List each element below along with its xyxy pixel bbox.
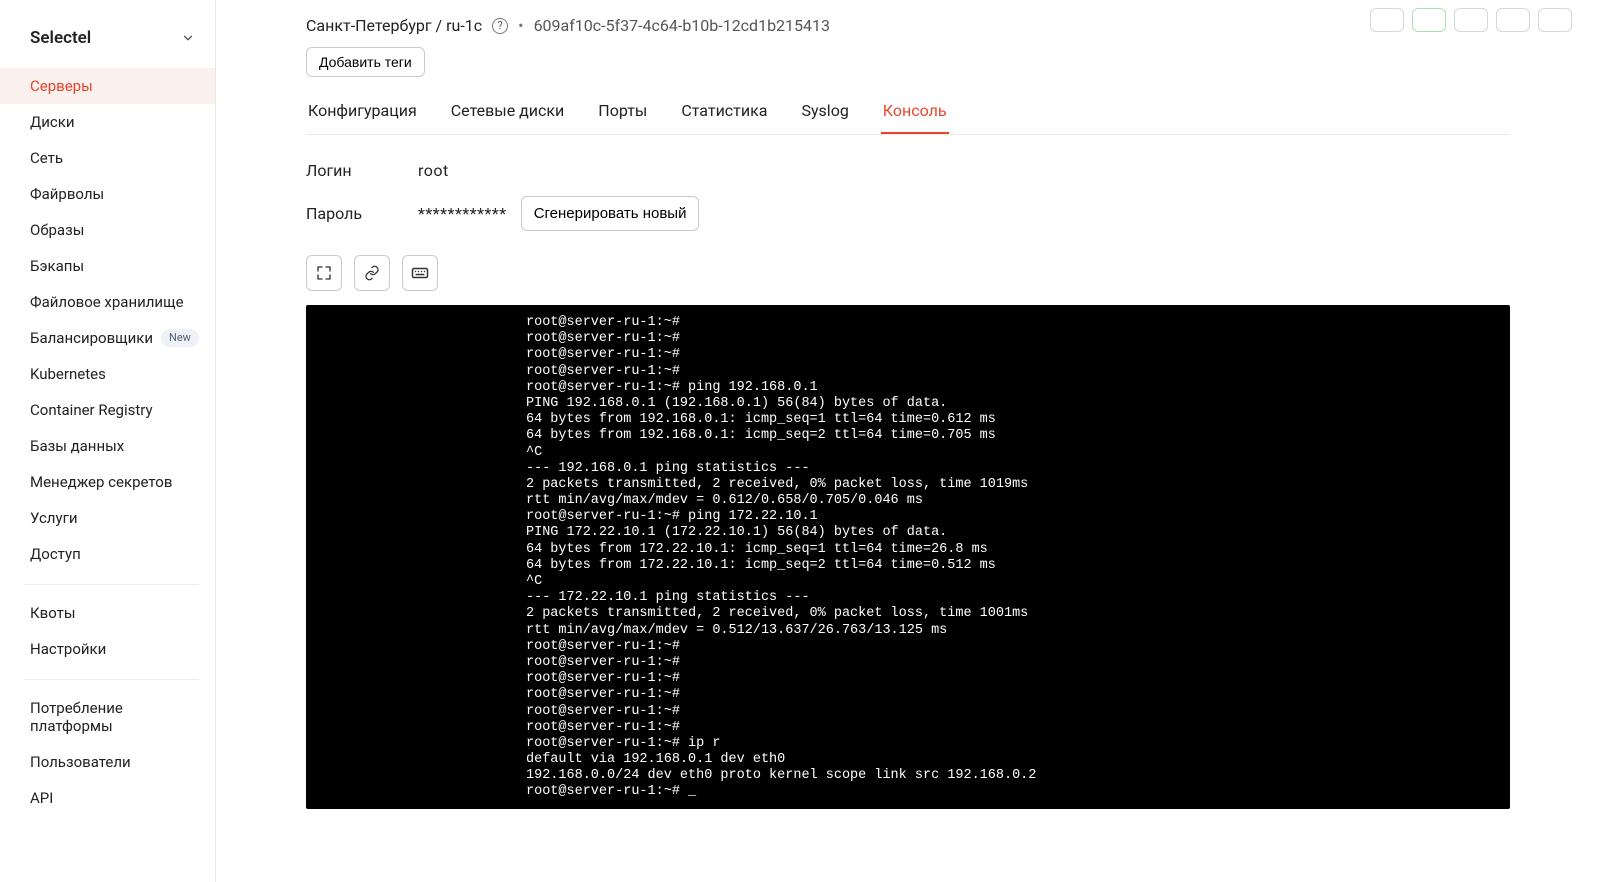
sidebar-item-label: Диски: [30, 113, 75, 131]
sidebar-item-label: Доступ: [30, 545, 81, 563]
tab-console[interactable]: Консоль: [881, 91, 949, 134]
header-action-3[interactable]: [1454, 8, 1488, 32]
sidebar-item-settings[interactable]: Настройки: [0, 631, 215, 667]
sidebar-item-label: Kubernetes: [30, 365, 106, 383]
fullscreen-button[interactable]: [306, 255, 342, 291]
sidebar-item-databases[interactable]: Базы данных: [0, 428, 215, 464]
sidebar-item-label: Файрволы: [30, 185, 104, 203]
sidebar-item-firewalls[interactable]: Файрволы: [0, 176, 215, 212]
brand-name: Selectel: [30, 28, 91, 48]
console-toolbar: [306, 255, 1510, 291]
credentials-block: Логин root Пароль ************ Сгенериро…: [306, 161, 1510, 231]
sidebar-item-label: Менеджер секретов: [30, 473, 172, 491]
sidebar-item-label: Квоты: [30, 604, 75, 622]
sidebar-item-label: Балансировщики: [30, 329, 153, 347]
sidebar-item-label: Файловое хранилище: [30, 293, 184, 311]
server-header: Санкт-Петербург / ru-1c ? • 609af10c-5f3…: [306, 0, 1510, 77]
sidebar-item-label: Потребление платформы: [30, 699, 199, 735]
sidebar-item-label: Образы: [30, 221, 84, 239]
sidebar-item-disks[interactable]: Диски: [0, 104, 215, 140]
main-content: Санкт-Петербург / ru-1c ? • 609af10c-5f3…: [216, 0, 1600, 882]
header-action-4[interactable]: [1496, 8, 1530, 32]
header-action-1[interactable]: [1370, 8, 1404, 32]
sidebar-item-container-registry[interactable]: Container Registry: [0, 392, 215, 428]
sidebar-item-network[interactable]: Сеть: [0, 140, 215, 176]
sidebar-divider: [24, 679, 199, 680]
sidebar-item-secrets[interactable]: Менеджер секретов: [0, 464, 215, 500]
password-label: Пароль: [306, 204, 418, 223]
help-icon[interactable]: ?: [492, 18, 508, 34]
sidebar-item-label: Настройки: [30, 640, 106, 658]
sidebar-item-label: Серверы: [30, 77, 93, 95]
tab-network-disks[interactable]: Сетевые диски: [449, 91, 567, 134]
brand-toggle[interactable]: Selectel: [0, 18, 215, 62]
server-uuid: 609af10c-5f37-4c64-b10b-12cd1b215413: [534, 16, 830, 35]
sidebar-divider: [24, 584, 199, 585]
tabs: Конфигурация Сетевые диски Порты Статистика…: [306, 91, 1510, 135]
sidebar-item-label: Бэкапы: [30, 257, 84, 275]
sidebar-item-quotas[interactable]: Квоты: [0, 595, 215, 631]
login-value: root: [418, 161, 449, 180]
sidebar-item-label: Пользователи: [30, 753, 131, 771]
sidebar-item-backups[interactable]: Бэкапы: [0, 248, 215, 284]
link-icon: [364, 265, 380, 281]
fullscreen-icon: [316, 265, 332, 281]
regenerate-password-button[interactable]: Сгенерировать новый: [521, 196, 700, 231]
new-badge: New: [161, 329, 199, 346]
tab-syslog[interactable]: Syslog: [799, 91, 850, 134]
sidebar-item-label: Сеть: [30, 149, 63, 167]
sidebar-item-services[interactable]: Услуги: [0, 500, 215, 536]
password-value: ************: [418, 204, 507, 223]
sidebar-item-label: Базы данных: [30, 437, 124, 455]
breadcrumb: Санкт-Петербург / ru-1c ? • 609af10c-5f3…: [306, 16, 1510, 35]
sidebar-item-label: Container Registry: [30, 401, 153, 419]
header-action-5[interactable]: [1538, 8, 1572, 32]
header-action-2[interactable]: [1412, 8, 1446, 32]
sidebar-item-users[interactable]: Пользователи: [0, 744, 215, 780]
sidebar-item-kubernetes[interactable]: Kubernetes: [0, 356, 215, 392]
keyboard-button[interactable]: [402, 255, 438, 291]
sidebar-item-usage[interactable]: Потребление платформы: [0, 690, 215, 744]
sidebar-item-api[interactable]: API: [0, 780, 215, 816]
sidebar-item-label: API: [30, 789, 53, 807]
console-output[interactable]: root@server-ru-1:~# root@server-ru-1:~# …: [306, 305, 1510, 809]
copy-link-button[interactable]: [354, 255, 390, 291]
keyboard-icon: [411, 264, 429, 282]
breadcrumb-location: Санкт-Петербург / ru-1c: [306, 16, 482, 35]
sidebar-item-servers[interactable]: Серверы: [0, 68, 215, 104]
sidebar-item-access[interactable]: Доступ: [0, 536, 215, 572]
login-label: Логин: [306, 161, 418, 180]
sidebar-item-images[interactable]: Образы: [0, 212, 215, 248]
sidebar-item-label: Услуги: [30, 509, 78, 527]
sidebar-item-file-storage[interactable]: Файловое хранилище: [0, 284, 215, 320]
separator-dot: •: [518, 16, 523, 35]
tab-ports[interactable]: Порты: [596, 91, 649, 134]
sidebar: Selectel Серверы Диски Сеть Файрволы Образы Б…: [0, 0, 216, 882]
header-action-buttons: [1370, 8, 1572, 32]
chevron-down-icon: [181, 30, 195, 49]
sidebar-item-balancers[interactable]: Балансировщики New: [0, 320, 215, 356]
tab-configuration[interactable]: Конфигурация: [306, 91, 419, 134]
add-tags-button[interactable]: Добавить теги: [306, 47, 425, 77]
tab-stats[interactable]: Статистика: [679, 91, 769, 134]
